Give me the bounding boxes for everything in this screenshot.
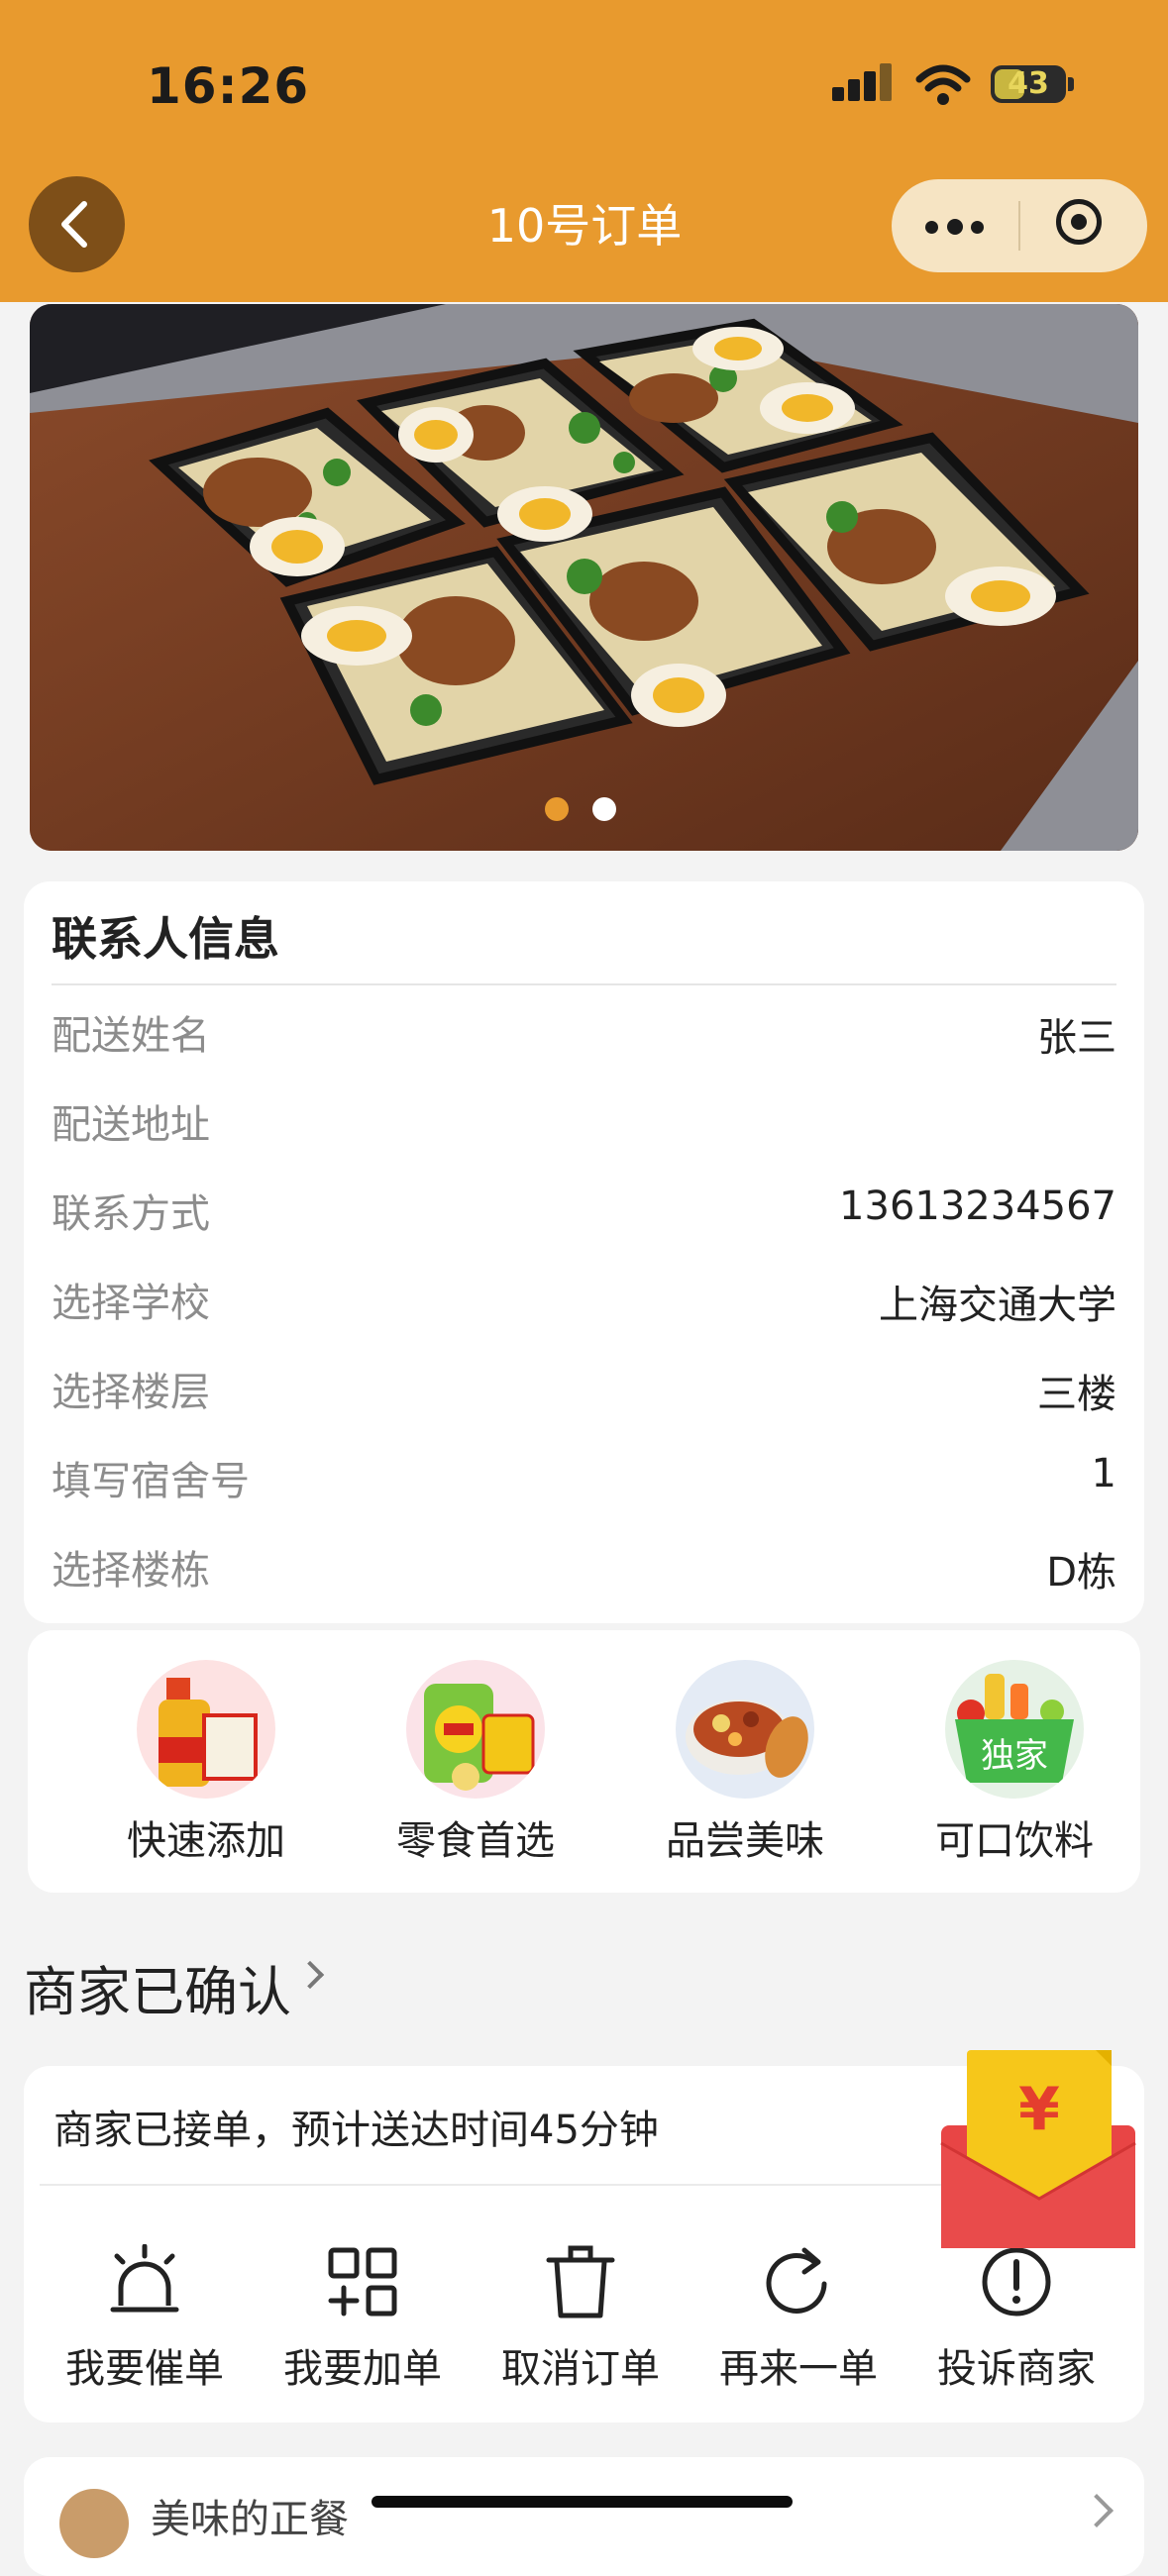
row-value: 上海交通大学	[879, 1283, 1116, 1328]
snack-icon	[406, 1660, 545, 1799]
trash-icon	[546, 2245, 615, 2318]
row-label: 选择楼栋	[52, 1548, 210, 1594]
row-address: 配送地址	[52, 1092, 1116, 1152]
alarm-icon	[110, 2244, 179, 2313]
store-card[interactable]: 美味的正餐	[24, 2457, 1144, 2576]
battery-icon: 43	[991, 65, 1066, 103]
contact-title: 联系人信息	[52, 912, 279, 966]
category-card: 快速添加 零食首选 品尝美味 独家 可口饮料	[28, 1630, 1140, 1893]
contact-info-card: 联系人信息 配送姓名 张三 配送地址 联系方式 13613234567 选择学校…	[24, 881, 1144, 1623]
row-label: 联系方式	[52, 1191, 210, 1237]
order-status-title[interactable]: 商家已确认	[24, 1948, 291, 2026]
category-label: 零食首选	[396, 1818, 555, 1864]
category-badge: 独家	[981, 1736, 1048, 1776]
category-label: 快速添加	[127, 1818, 285, 1864]
pager-dot-active[interactable]	[545, 797, 569, 821]
store-name: 美味的正餐	[151, 2497, 349, 2542]
action-label: 我要加单	[283, 2346, 442, 2392]
drink-basket-icon: 独家	[945, 1660, 1084, 1799]
food-photo	[30, 304, 1138, 851]
row-label: 选择学校	[52, 1281, 210, 1326]
status-icons: 43	[832, 57, 1080, 117]
chevron-right-icon	[1080, 2494, 1114, 2527]
mini-program-capsule	[892, 179, 1147, 272]
category-label: 品尝美味	[666, 1818, 824, 1864]
action-urge-order[interactable]: 我要催单	[46, 2244, 244, 2403]
action-add-order[interactable]: 我要加单	[264, 2244, 462, 2403]
category-drinks[interactable]: 独家 可口饮料	[892, 1660, 1110, 1878]
category-tasty[interactable]: 品尝美味	[622, 1660, 840, 1878]
action-label: 我要催单	[65, 2346, 224, 2392]
status-message: 商家已接单，预计送达时间45分钟	[53, 2108, 659, 2153]
row-value: 张三	[1037, 1015, 1116, 1061]
target-icon[interactable]	[1056, 199, 1102, 245]
home-indicator[interactable]	[372, 2496, 793, 2508]
pager-dot[interactable]	[592, 797, 616, 821]
row-floor: 选择楼层 三楼	[52, 1360, 1116, 1419]
row-value: D栋	[1046, 1550, 1116, 1596]
grocery-icon	[137, 1660, 275, 1799]
more-dots-icon[interactable]	[925, 219, 985, 235]
row-phone: 联系方式 13613234567	[52, 1182, 1116, 1241]
back-button[interactable]	[29, 176, 125, 272]
refresh-icon	[766, 2247, 827, 2314]
row-value: 13613234567	[839, 1184, 1116, 1229]
food-bowl-icon	[676, 1660, 814, 1799]
action-label: 再来一单	[719, 2346, 878, 2392]
envelope-symbol: ¥	[1018, 2075, 1060, 2144]
action-cancel-order[interactable]: 取消订单	[481, 2244, 680, 2403]
row-value: 三楼	[1037, 1372, 1116, 1417]
row-name: 配送姓名 张三	[52, 1003, 1116, 1063]
row-label: 填写宿舍号	[52, 1459, 250, 1504]
status-time: 16:26	[147, 57, 310, 115]
category-label: 可口饮料	[935, 1818, 1094, 1864]
chevron-right-icon[interactable]	[295, 1960, 325, 1990]
store-thumbnail	[59, 2489, 129, 2558]
action-label: 取消订单	[501, 2346, 660, 2392]
row-value: 1	[1091, 1451, 1116, 1496]
row-dorm: 填写宿舍号 1	[52, 1449, 1116, 1508]
action-reorder[interactable]: 再来一单	[699, 2244, 898, 2403]
row-building: 选择楼栋 D栋	[52, 1538, 1116, 1597]
signal-icon	[832, 57, 892, 107]
red-envelope-icon[interactable]: ¥	[937, 2044, 1141, 2252]
action-complain[interactable]: 投诉商家	[917, 2244, 1115, 2403]
banner-pager	[545, 797, 624, 825]
battery-level: 43	[1008, 66, 1049, 101]
row-label: 选择楼层	[52, 1370, 210, 1415]
action-label: 投诉商家	[937, 2346, 1096, 2392]
chevron-left-icon	[61, 201, 87, 248]
warning-circle-icon	[982, 2247, 1051, 2317]
category-snacks[interactable]: 零食首选	[353, 1660, 571, 1878]
food-banner[interactable]	[30, 304, 1138, 851]
row-label: 配送姓名	[52, 1013, 210, 1059]
header: 16:26 43 10号订单	[0, 0, 1168, 302]
wifi-icon	[915, 64, 971, 105]
row-label: 配送地址	[52, 1102, 210, 1148]
row-school: 选择学校 上海交通大学	[52, 1271, 1116, 1330]
add-grid-icon	[328, 2247, 397, 2317]
page-title: 10号订单	[486, 199, 683, 253]
category-quick-add[interactable]: 快速添加	[83, 1660, 301, 1878]
